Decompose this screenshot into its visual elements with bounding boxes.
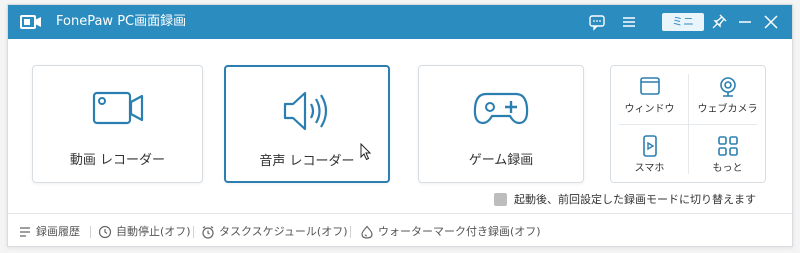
remember-mode-label: 起動後、前回設定した録画モードに切り替えます [514, 193, 756, 206]
speaker-icon [283, 91, 328, 131]
video-recorder-label: 動画 レコーダー [69, 153, 166, 168]
footer-divider [8, 213, 792, 214]
mouse-cursor-icon [360, 143, 372, 161]
auto-stop-label: 自動停止(オフ) [116, 225, 191, 238]
more-tools-button[interactable]: もっと [689, 125, 766, 183]
smartphone-icon [642, 135, 657, 157]
mini-mode-button[interactable]: ミニ [662, 13, 704, 31]
droplet-icon [361, 225, 373, 239]
minimize-icon[interactable] [736, 13, 754, 31]
footer-separator [193, 226, 194, 238]
video-recorder-card[interactable]: 動画 レコーダー [32, 65, 203, 183]
footer-separator [90, 226, 91, 238]
game-recorder-label: ゲーム録画 [468, 153, 534, 168]
app-title: FonePaw PC画面録画 [56, 14, 187, 29]
webcam-icon [719, 77, 736, 97]
app-logo-icon [20, 15, 41, 29]
more-tools-panel: ウィンドウ ウェブカメラ スマホ もっと [610, 65, 766, 183]
chat-icon[interactable] [588, 13, 606, 31]
window-recorder-button[interactable]: ウィンドウ [611, 66, 688, 124]
list-icon [20, 227, 30, 237]
remember-mode-checkbox[interactable] [494, 193, 507, 206]
webcam-button[interactable]: ウェブカメラ [689, 66, 766, 124]
title-bar: FonePaw PC画面録画 ミニ [8, 5, 792, 39]
timer-icon [98, 225, 112, 239]
window-label: ウィンドウ [624, 104, 675, 115]
phone-label: スマホ [634, 163, 665, 174]
video-camera-icon [92, 91, 143, 125]
phone-recorder-button[interactable]: スマホ [611, 125, 688, 183]
more-label: もっと [712, 163, 743, 174]
game-recorder-card[interactable]: ゲーム録画 [418, 65, 584, 183]
watermark-record-label: ウォーターマーク付き録画(オフ) [378, 225, 541, 238]
audio-recorder-card[interactable]: 音声 レコーダー [224, 65, 390, 183]
alarm-clock-icon [202, 226, 214, 239]
grid-icon [717, 136, 738, 156]
menu-icon[interactable] [620, 13, 638, 31]
task-schedule-label: タスクスケジュール(オフ) [219, 225, 348, 238]
recording-history-label: 録画履歴 [36, 225, 80, 238]
pin-icon[interactable] [710, 13, 728, 31]
webcam-label: ウェブカメラ [697, 104, 758, 115]
gamepad-icon [473, 92, 529, 125]
window-icon [639, 77, 660, 95]
footer-separator [350, 226, 351, 238]
app-window: FonePaw PC画面録画 ミニ 動画 レコーダー 音声 レコーダー ゲーム録… [7, 4, 793, 247]
close-icon[interactable] [762, 13, 780, 31]
